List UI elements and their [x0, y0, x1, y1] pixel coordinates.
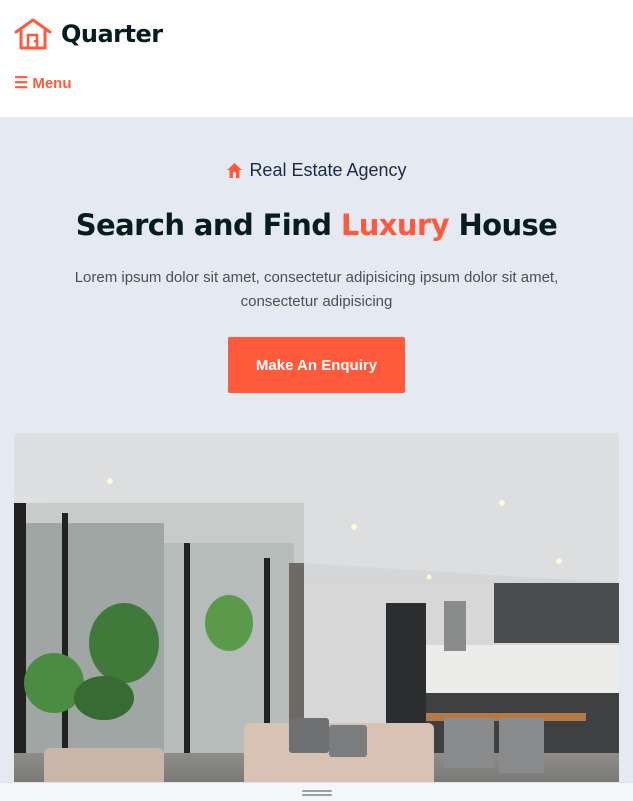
hero-tagline: Real Estate Agency — [0, 160, 633, 181]
logo[interactable]: Quarter — [14, 17, 163, 51]
menu-label: Menu — [32, 75, 72, 92]
hamburger-icon: ☰ — [14, 74, 29, 92]
title-accent: Luxury — [340, 208, 450, 242]
menu-button[interactable]: ☰ Menu — [14, 75, 72, 92]
living-room-image — [14, 433, 619, 801]
home-icon — [227, 163, 243, 178]
drag-handle-icon[interactable] — [302, 790, 332, 796]
make-enquiry-button[interactable]: Make An Enquiry — [228, 337, 405, 393]
site-header: Quarter ☰ Menu — [0, 0, 633, 117]
bottom-drag-bar[interactable] — [0, 782, 633, 801]
tagline-text: Real Estate Agency — [249, 160, 407, 180]
hero-title: Search and Find Luxury House — [0, 208, 633, 242]
hero-section: Real Estate Agency Search and Find Luxur… — [0, 117, 633, 801]
title-part: House — [448, 208, 558, 242]
hero-description: Lorem ipsum dolor sit amet, consectetur … — [74, 269, 559, 310]
brand-name: Quarter — [61, 20, 163, 48]
hero-image — [14, 433, 619, 801]
house-icon — [14, 18, 52, 50]
title-part: Search and Find — [75, 208, 341, 242]
